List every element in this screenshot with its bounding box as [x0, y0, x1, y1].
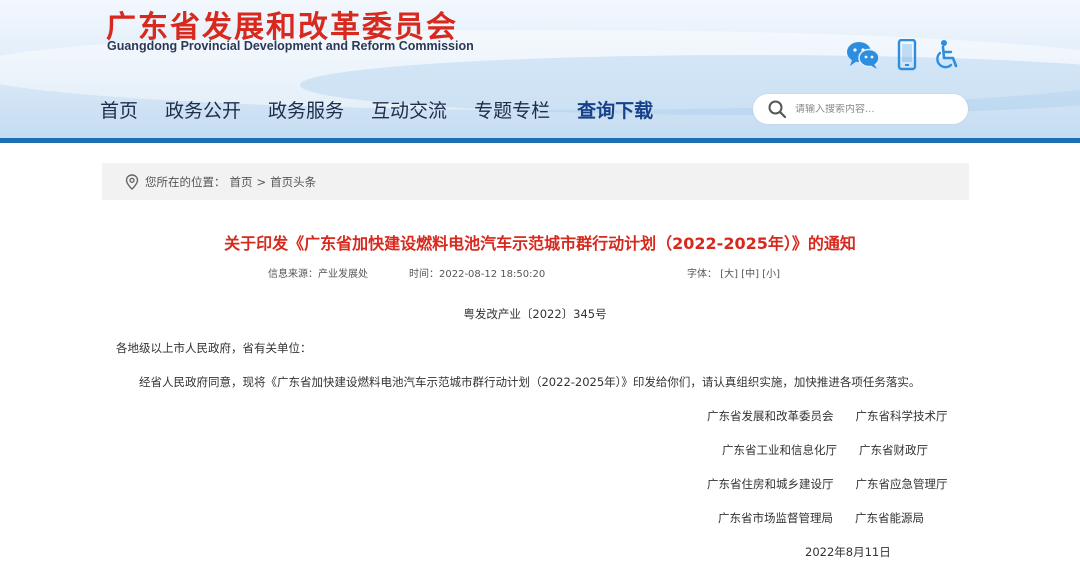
nav-item-government-affairs[interactable]: 政务公开	[165, 96, 241, 123]
breadcrumb-prefix: 您所在的位置：	[145, 174, 226, 189]
article-salutation: 各地级以上市人民政府，省有关单位：	[116, 341, 312, 355]
signatory: 广东省能源局	[855, 511, 924, 525]
signatory-row: 广东省工业和信息化厅 广东省财政厅	[722, 442, 928, 458]
wechat-icon[interactable]	[846, 40, 880, 70]
signatory: 广东省发展和改革委员会	[707, 409, 834, 423]
font-size-label: 字体：	[687, 269, 717, 280]
main-navigation: 首页 政务公开 政务服务 互动交流 专题专栏 查询下载	[100, 96, 680, 123]
signatory: 广东省工业和信息化厅	[722, 443, 837, 457]
article-time: 时间：2022-08-12 18:50:20	[409, 269, 546, 280]
font-size-selector: 字体： [大] [中] [小]	[687, 265, 780, 280]
nav-item-interaction[interactable]: 互动交流	[371, 96, 447, 123]
site-logo-english: Guangdong Provincial Development and Ref…	[107, 39, 474, 53]
breadcrumb-separator: >	[256, 174, 267, 189]
article-body: 经省人民政府同意，现将《广东省加快建设燃料电池汽车示范城市群行动计划（2022-…	[139, 375, 921, 389]
signatory: 广东省市场监督管理局	[718, 511, 833, 525]
location-pin-icon	[125, 173, 139, 190]
signatory: 广东省财政厅	[859, 443, 928, 457]
font-size-small-button[interactable]: [小]	[762, 269, 780, 280]
nav-item-query-download[interactable]: 查询下载	[577, 96, 653, 123]
font-size-medium-button[interactable]: [中]	[741, 269, 759, 280]
nav-item-special-topics[interactable]: 专题专栏	[474, 96, 550, 123]
accessibility-icon[interactable]	[934, 39, 962, 71]
mobile-icon[interactable]	[896, 39, 918, 71]
site-header: 广东省发展和改革委员会 Guangdong Provincial Develop…	[0, 0, 1080, 143]
signatory: 广东省住房和城乡建设厅	[707, 477, 834, 491]
breadcrumb-home-link[interactable]: 首页	[230, 174, 253, 190]
font-size-large-button[interactable]: [大]	[720, 269, 738, 280]
search-input[interactable]	[795, 103, 955, 115]
search-icon[interactable]	[767, 99, 787, 119]
signatory-row: 广东省住房和城乡建设厅 广东省应急管理厅	[707, 476, 948, 492]
header-divider	[0, 138, 1080, 143]
search-box[interactable]	[753, 94, 968, 124]
nav-item-home[interactable]: 首页	[100, 96, 138, 123]
signatory: 广东省科学技术厅	[855, 409, 948, 423]
document-number: 粤发改产业〔2022〕345号	[463, 307, 607, 321]
header-tools	[846, 38, 978, 72]
signatory: 广东省应急管理厅	[855, 477, 948, 491]
article-title: 关于印发《广东省加快建设燃料电池汽车示范城市群行动计划（2022-2025年）》…	[224, 234, 856, 253]
signatory-row: 广东省市场监督管理局 广东省能源局	[718, 510, 924, 526]
breadcrumb: 您所在的位置： 首页 > 首页头条	[102, 163, 969, 200]
nav-item-government-services[interactable]: 政务服务	[268, 96, 344, 123]
article-source: 信息来源：产业发展处	[268, 269, 368, 280]
signatory-row: 广东省发展和改革委员会 广东省科学技术厅	[707, 408, 948, 424]
issue-date: 2022年8月11日	[805, 545, 891, 559]
breadcrumb-headline-link[interactable]: 首页头条	[270, 174, 316, 190]
